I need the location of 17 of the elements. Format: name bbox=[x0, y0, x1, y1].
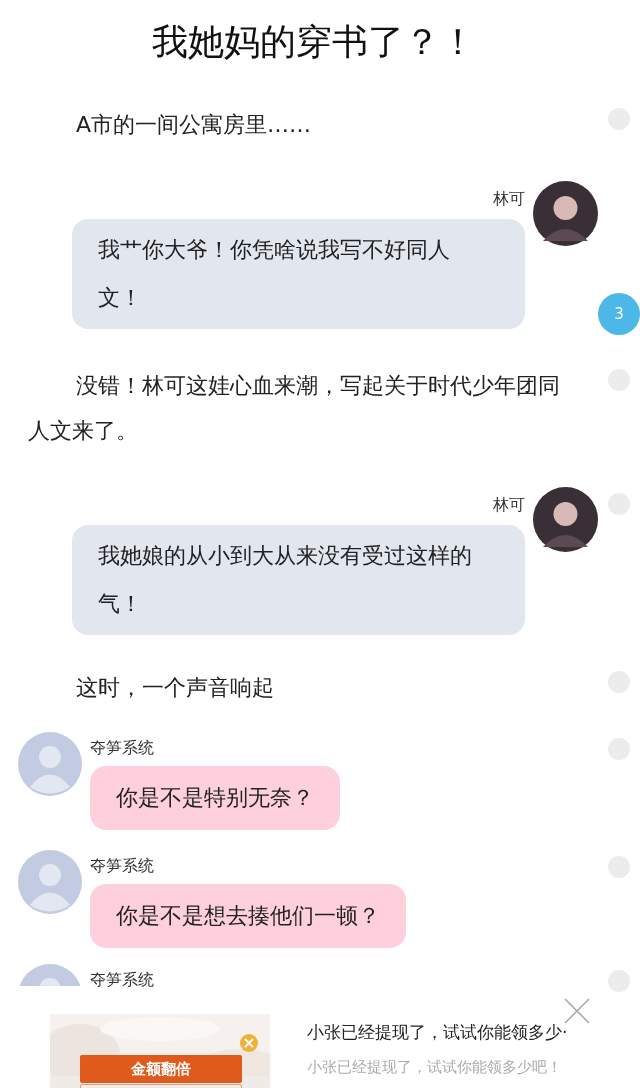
ad-headline: 小张已经提现了，试试你能领多少· bbox=[307, 1021, 569, 1044]
sender-name: 林可 bbox=[493, 188, 525, 210]
sender-name: 夺笋系统 bbox=[90, 855, 154, 877]
narration-text: 没错！林可这娃心血来潮，写起关于时代少年团同人文来了。 bbox=[28, 372, 561, 445]
comment-count[interactable]: 3 bbox=[598, 293, 640, 335]
sender-name: 林可 bbox=[493, 494, 525, 516]
sender-name: 夺笋系统 bbox=[90, 969, 154, 991]
message-bubble: 我她娘的从小到大从来没有受过这样的气！ bbox=[72, 525, 525, 635]
narration-text: 这时，一个声音响起 bbox=[75, 674, 275, 702]
message-bubble: 你是不是特别无奈？ bbox=[90, 766, 340, 830]
message-bubble: 你是不是想去揍他们一顿？ bbox=[90, 884, 406, 948]
double-amount-button[interactable]: 金额翻倍 bbox=[80, 1055, 242, 1083]
sender-name: 夺笋系统 bbox=[90, 737, 154, 759]
ad-subtitle: 小张已经提现了，试试你能领多少吧！ bbox=[307, 1058, 563, 1077]
narration-text: A市的一间公寓房里…… bbox=[75, 111, 313, 139]
chapter-title: 我她妈的穿书了？！ bbox=[151, 20, 477, 64]
message-bubble: 我艹你大爷！你凭啥说我写不好同人文！ bbox=[72, 219, 525, 329]
